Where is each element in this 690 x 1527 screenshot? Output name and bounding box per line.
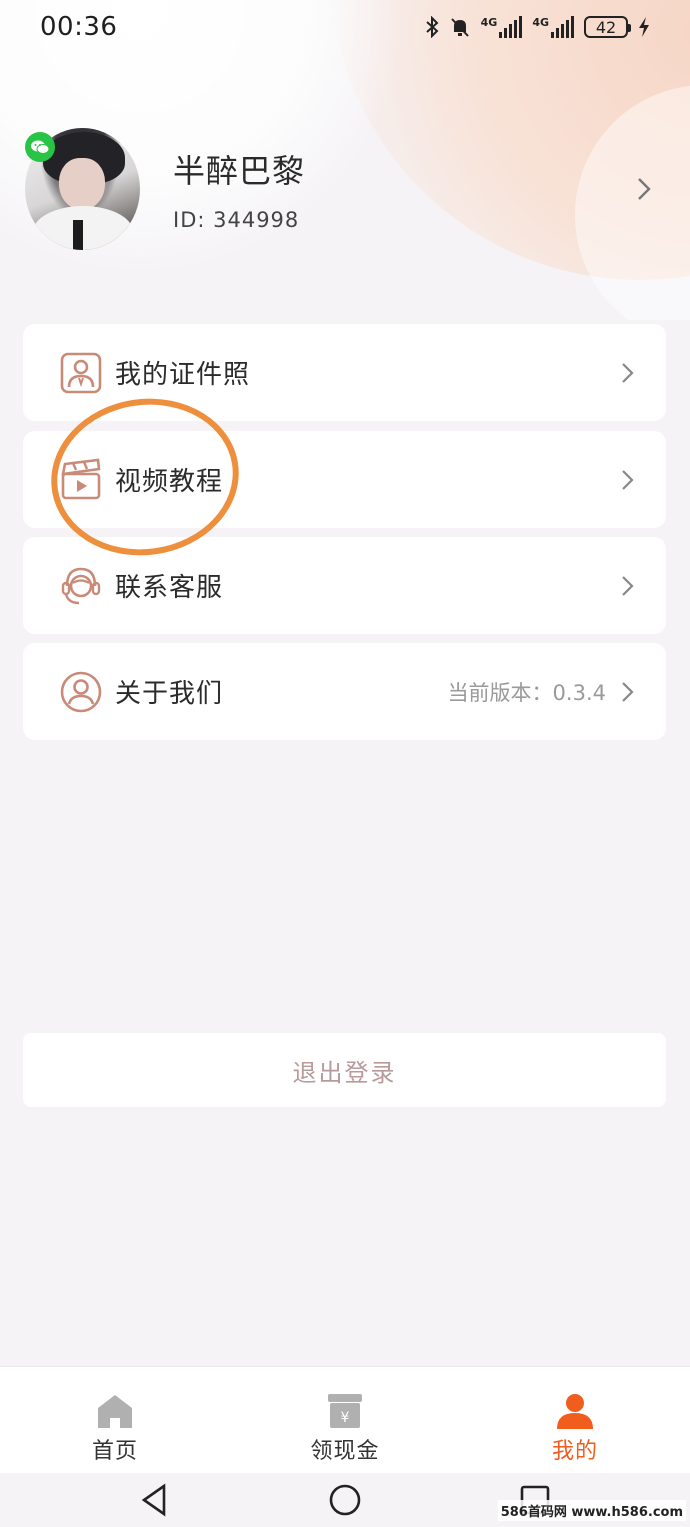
- chevron-right-icon: [622, 362, 634, 383]
- bottom-tab-bar: 首页 ¥ 领现金 我的: [0, 1366, 690, 1473]
- menu-label: 视频教程: [115, 467, 224, 497]
- signal-1: 4G: [481, 16, 523, 38]
- menu-label: 关于我们: [115, 679, 224, 709]
- menu-label: 联系客服: [115, 573, 224, 603]
- profile-header[interactable]: 半醉巴黎 ID: 344998: [25, 128, 665, 250]
- profile-info: 半醉巴黎 ID: 344998: [173, 146, 305, 232]
- menu-item-about-us[interactable]: 关于我们 当前版本：0.3.4: [23, 643, 666, 740]
- chevron-right-icon[interactable]: [631, 176, 657, 202]
- tab-home[interactable]: 首页: [0, 1367, 230, 1473]
- battery-icon: 42: [584, 16, 631, 38]
- tab-mine[interactable]: 我的: [460, 1367, 690, 1473]
- signal-2: 4G: [532, 16, 574, 38]
- svg-text:¥: ¥: [341, 1410, 350, 1426]
- menu-item-video-tutorials[interactable]: 视频教程: [23, 431, 666, 528]
- tab-label: 领现金: [310, 1439, 380, 1464]
- nickname: 半醉巴黎: [173, 152, 306, 190]
- customer-service-icon: [61, 567, 101, 604]
- signal-bars-icon: [551, 16, 574, 38]
- tab-label: 首页: [91, 1439, 138, 1464]
- user-circle-icon: [60, 671, 102, 712]
- tab-label: 我的: [551, 1439, 598, 1464]
- menu-item-contact-support[interactable]: 联系客服: [23, 537, 666, 634]
- logout-button[interactable]: 退出登录: [23, 1033, 666, 1107]
- chevron-right-icon: [622, 681, 634, 702]
- version-text: 当前版本：0.3.4: [447, 680, 606, 705]
- status-icons: 4G 4G 42: [425, 16, 650, 38]
- chevron-right-icon: [622, 469, 634, 490]
- bell-muted-icon: [450, 18, 469, 37]
- status-bar: 00:36 4G 4G 42: [0, 0, 690, 54]
- chevron-right-icon: [622, 575, 634, 596]
- tab-cash[interactable]: ¥ 领现金: [230, 1367, 460, 1473]
- id-photo-icon: [60, 352, 102, 393]
- status-time: 00:36: [40, 12, 118, 42]
- user-id: ID: 344998: [173, 208, 300, 232]
- charging-icon: [639, 17, 649, 37]
- video-clapper-icon: [61, 458, 101, 499]
- wechat-icon: [25, 132, 55, 162]
- profile-icon: [557, 1394, 593, 1429]
- watermark: 586首码网 www.h586.com: [497, 1500, 686, 1521]
- back-icon[interactable]: [138, 1483, 172, 1517]
- cash-icon: ¥: [328, 1394, 362, 1428]
- home-circle-icon[interactable]: [328, 1483, 362, 1517]
- home-icon: [98, 1395, 132, 1428]
- menu-label: 我的证件照: [115, 360, 251, 390]
- menu-item-my-id-photos[interactable]: 我的证件照: [23, 324, 666, 421]
- signal-bars-icon: [499, 16, 523, 38]
- bluetooth-icon: [425, 16, 439, 38]
